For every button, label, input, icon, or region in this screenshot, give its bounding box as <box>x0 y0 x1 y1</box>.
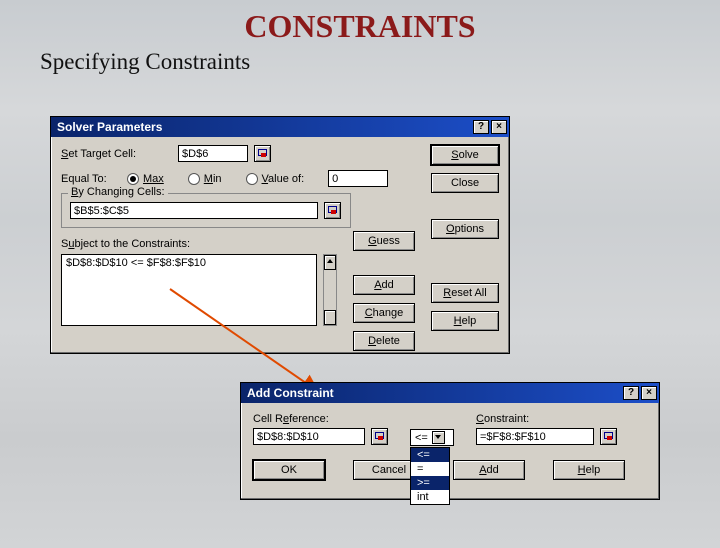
solver-title-text: Solver Parameters <box>57 120 471 134</box>
reset-all-button[interactable]: Reset All <box>431 283 499 303</box>
add-constraint-titlebar: Add Constraint ? × <box>241 383 659 403</box>
chevron-down-icon <box>327 317 333 321</box>
slide-subtitle: Specifying Constraints <box>40 49 720 75</box>
solve-button[interactable]: Solve <box>431 145 499 165</box>
constraint-label: Constraint: <box>476 413 617 425</box>
operator-list[interactable]: <= = >= int <box>410 447 450 505</box>
radio-value-of[interactable]: Value of: <box>246 173 305 185</box>
cell-ref-label: Cell Reference: <box>253 413 388 425</box>
solver-titlebar: Solver Parameters ? × <box>51 117 509 137</box>
operator-dropdown[interactable]: <= <box>410 429 454 446</box>
close-button[interactable]: Close <box>431 173 499 193</box>
radio-max[interactable]: Max <box>127 173 164 185</box>
radio-min-dot <box>188 173 200 185</box>
scrollbar[interactable] <box>323 254 337 326</box>
slide-title: CONSTRAINTS <box>0 8 720 45</box>
help-button[interactable]: Help <box>553 460 625 480</box>
equal-to-label: Equal To: <box>61 173 121 185</box>
radio-max-dot <box>127 173 139 185</box>
collapse-dialog-icon[interactable] <box>324 202 341 219</box>
operator-option-eq[interactable]: = <box>411 462 449 476</box>
add-constraint-dialog: Add Constraint ? × Cell Reference: $D$8:… <box>240 382 660 500</box>
collapse-dialog-icon[interactable] <box>600 428 617 445</box>
help-icon[interactable]: ? <box>623 386 639 400</box>
constraint-input[interactable]: =$F$8:$F$10 <box>476 428 594 445</box>
set-target-label: Set Target Cell: <box>61 148 136 160</box>
operator-option-ge[interactable]: >= <box>411 476 449 490</box>
close-icon[interactable]: × <box>641 386 657 400</box>
close-icon[interactable]: × <box>491 120 507 134</box>
ok-button[interactable]: OK <box>253 460 325 480</box>
constraint-item[interactable]: $D$8:$D$10 <= $F$8:$F$10 <box>66 257 312 269</box>
collapse-dialog-icon[interactable] <box>254 145 271 162</box>
collapse-dialog-icon[interactable] <box>371 428 388 445</box>
guess-button[interactable]: Guess <box>353 231 415 251</box>
change-button[interactable]: Change <box>353 303 415 323</box>
operator-option-le[interactable]: <= <box>411 448 449 462</box>
delete-button[interactable]: Delete <box>353 331 415 351</box>
help-button[interactable]: Help <box>431 311 499 331</box>
help-icon[interactable]: ? <box>473 120 489 134</box>
radio-value-dot <box>246 173 258 185</box>
operator-option-int[interactable]: int <box>411 490 449 504</box>
chevron-up-icon <box>327 259 333 263</box>
options-button[interactable]: Options <box>431 219 499 239</box>
cell-ref-input[interactable]: $D$8:$D$10 <box>253 428 365 445</box>
changing-cells-input[interactable]: $B$5:$C$5 <box>70 202 318 219</box>
add-constraint-title-text: Add Constraint <box>247 386 621 400</box>
target-cell-input[interactable]: $D$6 <box>178 145 248 162</box>
chevron-down-icon <box>432 431 445 444</box>
changing-cells-legend: By Changing Cells: <box>68 186 168 198</box>
add-button[interactable]: Add <box>353 275 415 295</box>
radio-min[interactable]: Min <box>188 173 222 185</box>
constraints-listbox[interactable]: $D$8:$D$10 <= $F$8:$F$10 <box>61 254 317 326</box>
add-button[interactable]: Add <box>453 460 525 480</box>
right-button-column: Solve Close Options Reset All Help <box>431 145 499 331</box>
subject-to-label: Subject to the Constraints: <box>61 238 351 250</box>
solver-dialog: Solver Parameters ? × Set Target Cell: $… <box>50 116 510 354</box>
changing-cells-group: By Changing Cells: $B$5:$C$5 <box>61 193 351 228</box>
value-of-input[interactable]: 0 <box>328 170 388 187</box>
